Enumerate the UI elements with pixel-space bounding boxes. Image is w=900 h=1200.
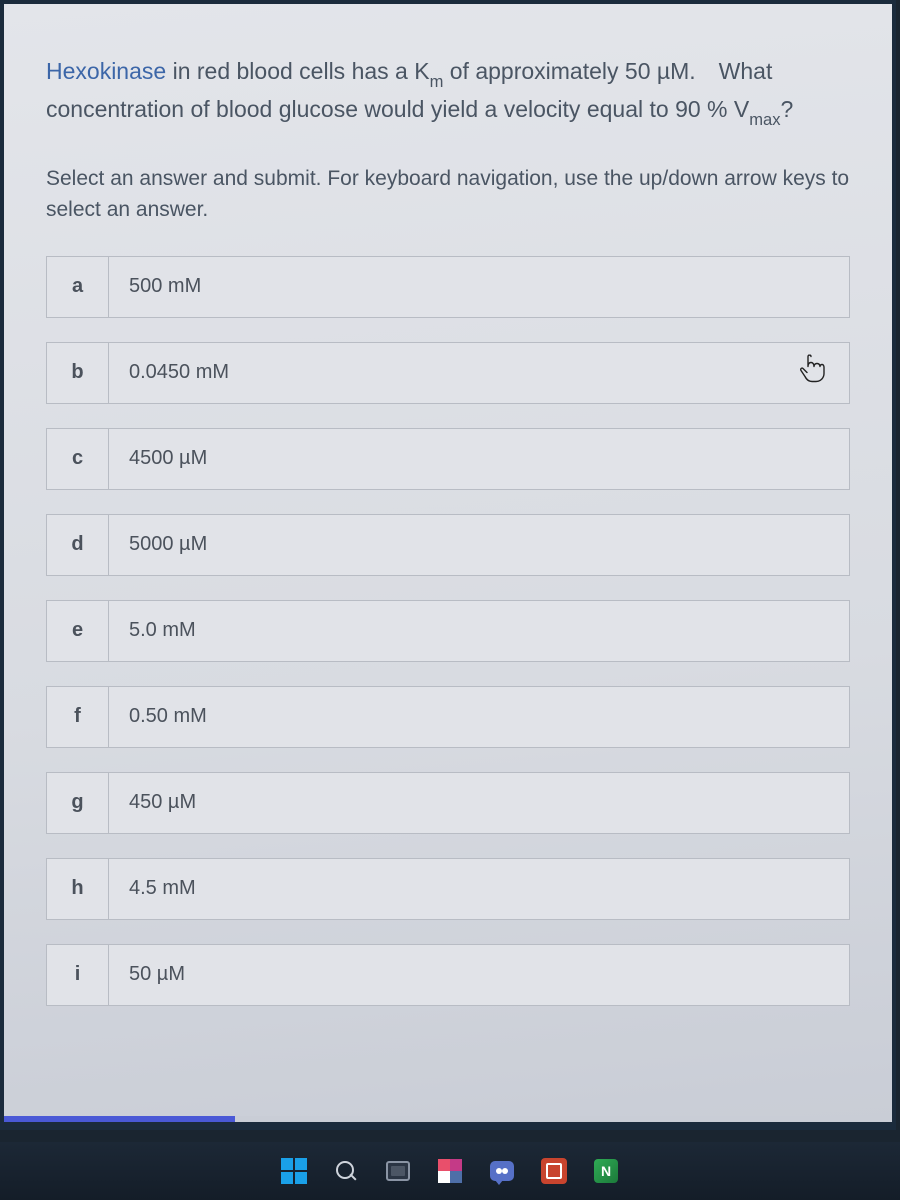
option-text: 4500 µM	[109, 429, 849, 489]
option-text: 50 µM	[109, 945, 849, 1005]
km-subscript: m	[430, 72, 444, 91]
vmax-subscript: max	[749, 110, 780, 129]
pinned-app-red[interactable]	[535, 1152, 573, 1190]
task-view-icon	[386, 1161, 410, 1181]
progress-bar	[4, 1116, 235, 1122]
option-e[interactable]: e 5.0 mM	[46, 600, 850, 662]
option-letter: f	[47, 687, 109, 747]
option-text: 0.50 mM	[109, 687, 849, 747]
question-seg2: concentration of blood glucose would yie…	[46, 96, 749, 122]
progress-track	[4, 1116, 892, 1122]
option-text: 450 µM	[109, 773, 849, 833]
question-text: Hexokinase in red blood cells has a Km o…	[46, 54, 850, 131]
question-seg1b: of approximately 50 µM. What	[443, 58, 772, 84]
option-g[interactable]: g 450 µM	[46, 772, 850, 834]
option-a[interactable]: a 500 mM	[46, 256, 850, 318]
start-button[interactable]	[275, 1152, 313, 1190]
option-letter: h	[47, 859, 109, 919]
windows-taskbar[interactable]: N	[0, 1142, 900, 1200]
app-red-icon	[541, 1158, 567, 1184]
question-keyword: Hexokinase	[46, 58, 166, 84]
option-letter: b	[47, 343, 109, 403]
quiz-card: Hexokinase in red blood cells has a Km o…	[0, 0, 896, 1130]
windows-logo-icon	[281, 1158, 307, 1184]
search-button[interactable]	[327, 1152, 365, 1190]
chat-icon	[490, 1161, 514, 1181]
option-c[interactable]: c 4500 µM	[46, 428, 850, 490]
question-seg2b: ?	[780, 96, 793, 122]
search-icon	[335, 1160, 357, 1182]
pointer-cursor-icon	[799, 354, 825, 391]
option-text: 500 mM	[109, 257, 849, 317]
option-text: 5000 µM	[109, 515, 849, 575]
option-letter: i	[47, 945, 109, 1005]
option-letter: a	[47, 257, 109, 317]
option-letter: e	[47, 601, 109, 661]
board-icon	[438, 1159, 462, 1183]
option-b[interactable]: b 0.0450 mM	[46, 342, 850, 404]
option-f[interactable]: f 0.50 mM	[46, 686, 850, 748]
option-h[interactable]: h 4.5 mM	[46, 858, 850, 920]
pinned-app-green[interactable]: N	[587, 1152, 625, 1190]
options-list: a 500 mM b 0.0450 mM c 4500 µM d 5000 µM…	[46, 256, 850, 1006]
pinned-app-board[interactable]	[431, 1152, 469, 1190]
option-text: 4.5 mM	[109, 859, 849, 919]
task-view-button[interactable]	[379, 1152, 417, 1190]
option-letter: g	[47, 773, 109, 833]
option-letter: d	[47, 515, 109, 575]
app-green-icon: N	[594, 1159, 618, 1183]
option-text: 0.0450 mM	[109, 343, 849, 403]
chat-button[interactable]	[483, 1152, 521, 1190]
instruction-text: Select an answer and submit. For keyboar…	[46, 163, 850, 226]
option-letter: c	[47, 429, 109, 489]
option-text: 5.0 mM	[109, 601, 849, 661]
option-i[interactable]: i 50 µM	[46, 944, 850, 1006]
option-d[interactable]: d 5000 µM	[46, 514, 850, 576]
question-seg1: in red blood cells has a K	[166, 58, 429, 84]
